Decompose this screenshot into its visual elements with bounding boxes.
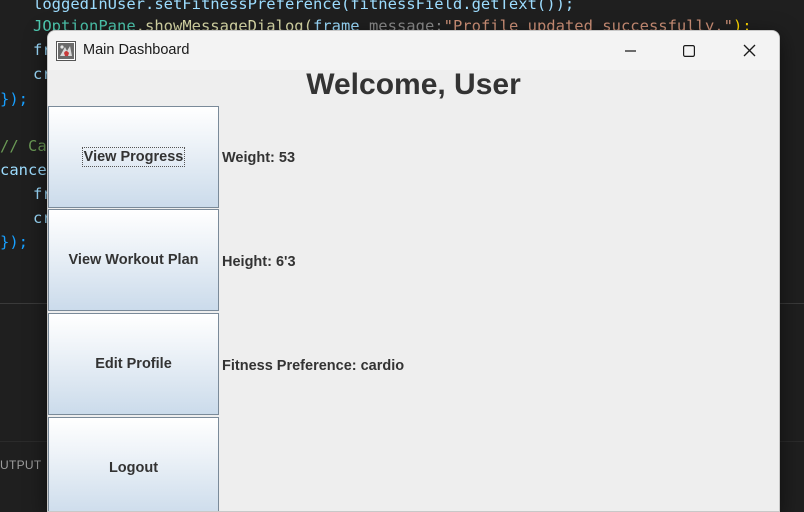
code-comment: // Ca xyxy=(0,137,47,155)
minimize-icon xyxy=(625,49,636,52)
button-label: Edit Profile xyxy=(95,356,172,372)
code-line: }); xyxy=(0,87,28,111)
edit-profile-button[interactable]: Edit Profile xyxy=(48,313,219,415)
java-app-icon xyxy=(56,41,76,61)
window-title: Main Dashboard xyxy=(83,42,190,58)
button-label: View Progress xyxy=(81,147,186,167)
view-progress-button[interactable]: View Progress xyxy=(48,106,219,208)
welcome-heading: Welcome, User xyxy=(306,68,521,101)
code-text: loggedInUser.setFitnessPreference(fitnes… xyxy=(33,0,575,13)
view-workout-plan-button[interactable]: View Workout Plan xyxy=(48,209,219,311)
maximize-icon xyxy=(683,44,695,57)
minimize-button[interactable] xyxy=(602,31,660,70)
code-text: }); xyxy=(0,233,28,251)
tab-output[interactable]: UTPUT xyxy=(0,458,42,472)
dashboard-content: Welcome, User View Progress View Workout… xyxy=(48,68,779,511)
close-icon xyxy=(743,44,755,57)
button-label: View Workout Plan xyxy=(68,252,199,268)
button-label: Logout xyxy=(108,460,159,476)
close-button[interactable] xyxy=(720,31,778,70)
height-label: Height: 6'3 xyxy=(222,254,296,270)
title-bar[interactable]: Main Dashboard xyxy=(48,31,779,70)
code-text: }); xyxy=(0,90,28,108)
main-dashboard-window: Main Dashboard Welcome, User View Progre… xyxy=(47,30,780,512)
weight-label: Weight: 53 xyxy=(222,150,296,166)
code-line: // Ca xyxy=(0,134,47,158)
fitness-preference-label: Fitness Preference: cardio xyxy=(222,358,405,374)
code-line: }); xyxy=(0,230,28,254)
maximize-button[interactable] xyxy=(660,31,718,70)
